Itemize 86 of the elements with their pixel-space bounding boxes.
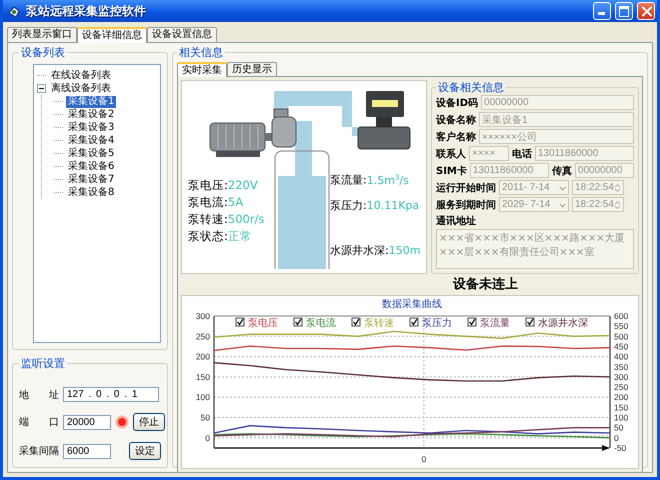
axis-tick-label: 0 bbox=[205, 432, 210, 443]
axis-tick-label: 0 bbox=[614, 432, 619, 443]
legend-checkbox[interactable] bbox=[352, 318, 360, 326]
legend-checkbox[interactable] bbox=[294, 318, 302, 326]
reading-text: 泵电压:220V bbox=[188, 177, 259, 194]
group-title: 相关信息 bbox=[178, 45, 224, 60]
axis-tick-label: 200 bbox=[196, 352, 210, 362]
axis-tick-label: -50 bbox=[614, 443, 626, 453]
group-title: 监听设置 bbox=[20, 356, 66, 371]
axis-tick-label: 450 bbox=[614, 341, 628, 352]
tab[interactable]: 设备详细信息 bbox=[77, 27, 147, 43]
axis-tick-label: 500 bbox=[614, 331, 628, 342]
legend-label: 泵流量 bbox=[480, 318, 510, 329]
field-label: 通讯地址 bbox=[436, 214, 477, 228]
tab[interactable]: 历史显示 bbox=[227, 62, 277, 76]
field-label: 端 口 bbox=[19, 416, 59, 429]
field-label: 地 址 bbox=[19, 388, 59, 402]
window-title: 泵站远程采集监控软件 bbox=[26, 2, 147, 20]
axis-tick-label: 150 bbox=[196, 372, 210, 382]
tree-item[interactable]: 采集设备8 bbox=[66, 186, 116, 198]
tab[interactable]: 实时采集 bbox=[177, 62, 227, 77]
tree-item[interactable]: 采集设备1 bbox=[66, 96, 116, 108]
axis-tick-label: 100 bbox=[196, 392, 210, 402]
group-title: 设备相关信息 bbox=[437, 80, 505, 95]
reading-text: 泵状态:正常 bbox=[188, 228, 253, 245]
axis-tick-label: 250 bbox=[196, 331, 210, 342]
app-icon bbox=[7, 4, 22, 18]
interval-field[interactable]: 6000 bbox=[63, 444, 111, 458]
axis-tick-label: 300 bbox=[614, 372, 628, 382]
set-button[interactable]: 设定 bbox=[129, 442, 161, 460]
expander-icon[interactable] bbox=[37, 84, 46, 93]
reading-text: 泵流量:1.5m$^{3}$/s bbox=[330, 172, 410, 189]
reading-text: 泵压力:10.11Kpa bbox=[330, 198, 420, 214]
field-label: 采集间隔 bbox=[19, 444, 59, 458]
field-label: 客户名称 bbox=[436, 130, 476, 144]
legend-label: 水源井水深 bbox=[538, 318, 588, 329]
field-label: 传真 bbox=[552, 164, 572, 178]
axis-tick-label: 550 bbox=[614, 321, 628, 332]
legend-label: 泵转速 bbox=[364, 318, 394, 329]
tree-item[interactable]: 采集设备5 bbox=[66, 148, 116, 160]
legend-label: 泵压力 bbox=[422, 318, 452, 329]
field-label: 设备ID码 bbox=[436, 96, 478, 110]
maximize-button[interactable] bbox=[615, 2, 633, 20]
tree-item[interactable]: 采集设备6 bbox=[66, 160, 116, 172]
group-title: 设备列表 bbox=[20, 45, 66, 60]
field-label: 服务到期时间 bbox=[436, 198, 496, 212]
tab[interactable]: 列表显示窗口 bbox=[7, 27, 77, 42]
legend-label: 泵电压 bbox=[248, 318, 278, 329]
axis-tick-label: 0 bbox=[422, 454, 426, 464]
tree-item[interactable]: 离线设备列表 bbox=[49, 82, 113, 94]
reading-text: 水源井水深:150m bbox=[330, 242, 420, 259]
axis-tick-label: 200 bbox=[614, 392, 628, 402]
field-label: SIM卡 bbox=[436, 164, 467, 178]
tree-item[interactable]: 采集设备2 bbox=[66, 108, 116, 120]
axis-tick-label: 300 bbox=[196, 311, 210, 321]
tab[interactable]: 设备设置信息 bbox=[147, 27, 217, 42]
reading-text: 泵转速:500r/s bbox=[188, 211, 264, 228]
legend-checkbox[interactable] bbox=[410, 318, 418, 326]
connection-status: 设备未连上 bbox=[453, 277, 518, 292]
port-field[interactable]: 20000 bbox=[63, 414, 111, 430]
ip-address-field[interactable]: 127 . 0 . 0 . 1 bbox=[63, 387, 159, 402]
axis-tick-label: 350 bbox=[614, 362, 628, 372]
field-label: 电话 bbox=[512, 148, 532, 160]
legend-checkbox[interactable] bbox=[468, 318, 476, 326]
tree-item[interactable]: 采集设备7 bbox=[66, 174, 116, 186]
axis-tick-label: 400 bbox=[614, 352, 628, 362]
reading-text: 泵电流:5A bbox=[188, 194, 244, 211]
axis-tick-label: 600 bbox=[614, 311, 628, 321]
tree-item[interactable]: 采集设备4 bbox=[66, 134, 116, 146]
minimize-button[interactable] bbox=[593, 2, 611, 20]
tree-item[interactable]: 采集设备3 bbox=[66, 122, 116, 134]
field-label: 运行开始时间 bbox=[436, 182, 496, 194]
axis-tick-label: 150 bbox=[614, 402, 628, 412]
tree-item[interactable]: 在线设备列表 bbox=[49, 70, 113, 82]
axis-tick-label: 100 bbox=[614, 412, 628, 423]
field-label: 设备名称 bbox=[436, 114, 476, 126]
stop-button[interactable]: 停止 bbox=[133, 413, 165, 431]
axis-tick-label: 50 bbox=[200, 412, 210, 423]
axis-tick-label: 50 bbox=[614, 422, 624, 433]
legend-checkbox[interactable] bbox=[236, 318, 244, 326]
close-button[interactable] bbox=[637, 2, 655, 20]
legend-label: 泵电流 bbox=[306, 318, 336, 329]
field-label: 联系人 bbox=[436, 148, 466, 160]
axis-tick-label: 250 bbox=[614, 382, 628, 392]
chart-title: 数据采集曲线 bbox=[382, 299, 442, 310]
legend-checkbox[interactable] bbox=[526, 318, 534, 326]
